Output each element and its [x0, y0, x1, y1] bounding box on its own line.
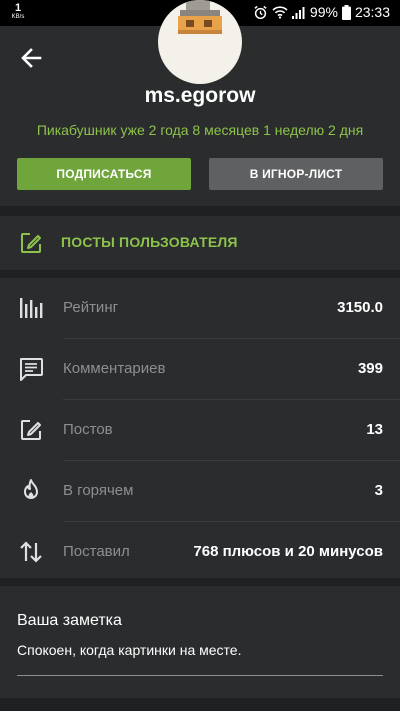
up-down-arrows-icon [18, 539, 44, 565]
edit-icon [18, 417, 44, 443]
clock: 23:33 [354, 4, 390, 20]
back-button[interactable] [18, 44, 46, 72]
wifi-icon [272, 5, 288, 19]
network-speed: 1 KB/s [8, 3, 28, 21]
stat-value: 13 [366, 421, 383, 438]
battery-percent: 99% [309, 4, 338, 20]
battery-icon [341, 4, 351, 20]
comment-icon [18, 356, 44, 382]
edit-icon [18, 230, 44, 261]
alarm-icon [253, 5, 268, 20]
stat-label: Рейтинг [63, 299, 119, 316]
stat-label: В горячем [63, 482, 134, 499]
stat-rating: Рейтинг 3150.0 [0, 278, 400, 339]
avatar [158, 0, 242, 84]
status-icons: 99% 23:33 [253, 4, 390, 20]
note-text[interactable]: Спокоен, когда картинки на месте. [17, 642, 241, 658]
stat-value: 3 [374, 482, 383, 499]
signal-icon [291, 6, 306, 19]
network-speed-value: 1 [14, 2, 22, 14]
stats-list: Рейтинг 3150.0 Комментариев 399 Постов 1… [0, 278, 400, 578]
note-title: Ваша заметка [17, 612, 122, 629]
flame-icon [18, 478, 44, 504]
stat-posts: Постов 13 [0, 400, 400, 461]
stat-value: 768 плюсов и 20 минусов [193, 543, 383, 560]
stat-value: 399 [357, 360, 383, 377]
ignore-list-button[interactable]: В ИГНОР-ЛИСТ [209, 158, 383, 190]
username: ms.egorow [144, 84, 256, 107]
stat-votes: Поставил 768 плюсов и 20 минусов [0, 522, 400, 583]
note-underline [17, 675, 383, 676]
user-posts-link[interactable]: ПОСТЫ ПОЛЬЗОВАТЕЛЯ [0, 216, 400, 270]
member-since: Пикабушник уже 2 года 8 месяцев 1 неделю… [36, 122, 364, 138]
stat-label: Комментариев [63, 360, 166, 377]
user-posts-label: ПОСТЫ ПОЛЬЗОВАТЕЛЯ [61, 234, 238, 250]
bar-chart-icon [18, 295, 44, 321]
network-speed-unit: KB/s [11, 14, 25, 20]
subscribe-button[interactable]: ПОДПИСАТЬСЯ [17, 158, 191, 190]
stat-label: Поставил [63, 543, 130, 560]
user-note: Ваша заметка Спокоен, когда картинки на … [0, 586, 400, 698]
stat-value: 3150.0 [337, 299, 383, 316]
stat-label: Постов [63, 421, 113, 438]
arrow-left-icon [21, 48, 42, 68]
stat-comments: Комментариев 399 [0, 339, 400, 400]
stat-hot: В горячем 3 [0, 461, 400, 522]
profile-header: ms.egorow Пикабушник уже 2 года 8 месяце… [0, 0, 400, 206]
